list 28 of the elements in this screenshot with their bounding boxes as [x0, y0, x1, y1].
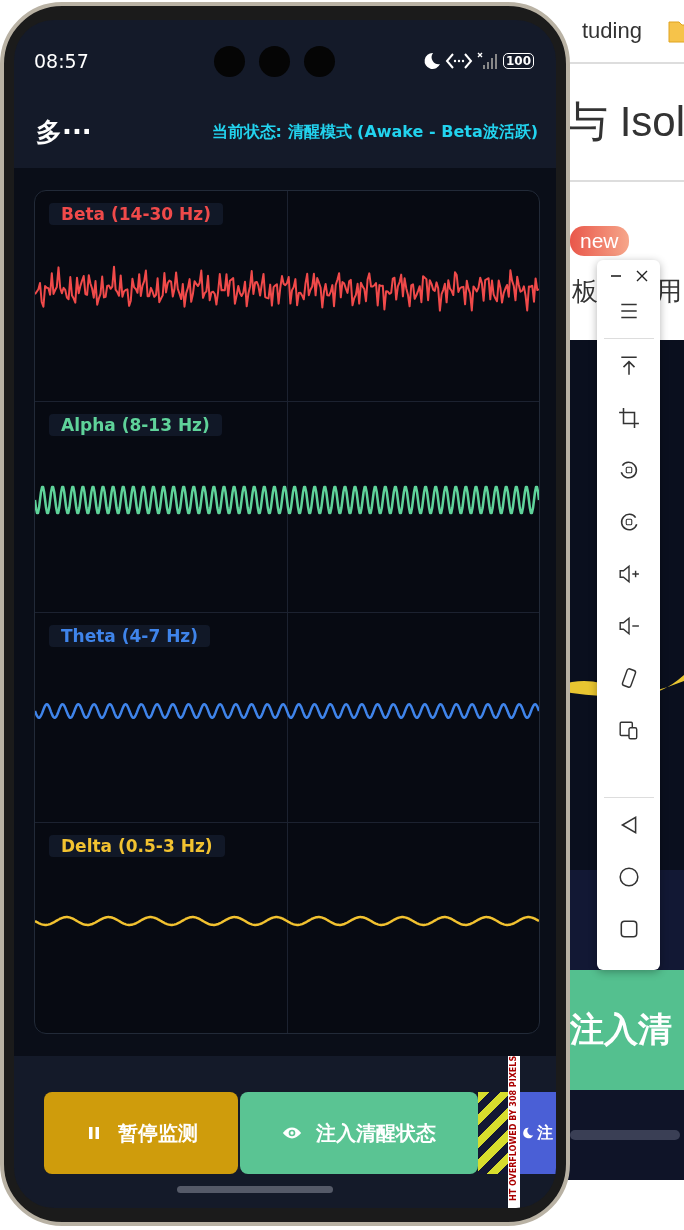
status-text: 当前状态: 清醒模式 (Awake - Beta波活跃): [211, 121, 538, 143]
camera-icon: [304, 45, 335, 77]
status-time: 08:57: [34, 50, 90, 72]
home-icon[interactable]: [617, 866, 640, 888]
tab-title[interactable]: tuding: [582, 18, 642, 44]
new-badge: new: [570, 226, 629, 256]
eye-icon: [282, 1125, 302, 1141]
crop-icon[interactable]: [617, 407, 640, 429]
menu-text: 板: [572, 275, 598, 308]
page-heading: 与 Isol: [566, 97, 684, 147]
overflow-warning: HT OVERFLOWED BY 308 PIXELS: [508, 1056, 520, 1208]
action-button[interactable]: 注: [520, 1092, 556, 1174]
signal-icon: [476, 52, 499, 70]
camera-icon: [214, 45, 245, 77]
devices-icon[interactable]: [617, 719, 640, 741]
battery-indicator: 100: [502, 53, 534, 69]
channel-label: Theta (4-7 Hz): [49, 624, 211, 647]
volume-down-icon[interactable]: [617, 615, 640, 637]
button-label: 注入清: [570, 1008, 672, 1051]
channel-label: Alpha (8-13 Hz): [49, 413, 222, 436]
channel-label: Beta (14-30 Hz): [49, 203, 223, 225]
volume-up-icon[interactable]: [617, 563, 640, 585]
app-title: 多···: [36, 115, 92, 149]
menu-text: 用: [656, 275, 682, 308]
moon-icon: [522, 1127, 534, 1139]
camera-icon: [259, 45, 290, 77]
channel-label: Delta (0.5-3 Hz): [49, 835, 225, 858]
data-transfer-icon: [444, 52, 473, 70]
